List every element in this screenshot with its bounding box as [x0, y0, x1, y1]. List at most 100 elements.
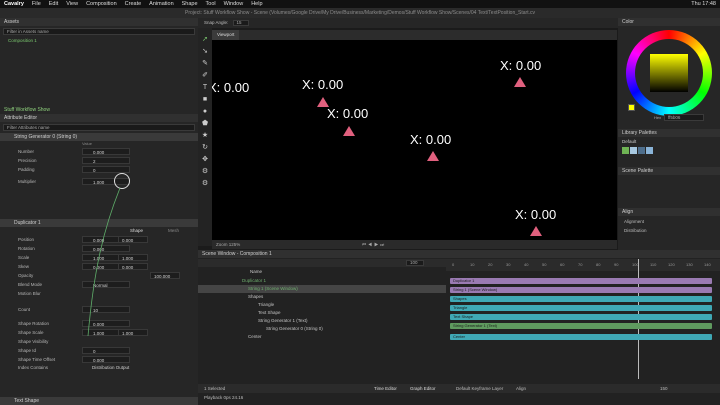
node-text-shape[interactable]: Text Shape — [0, 397, 198, 405]
palette-swatch[interactable] — [622, 147, 629, 154]
viewport-tabbar: Viewport — [212, 30, 617, 40]
attr-label: Blend Mode — [18, 282, 43, 287]
assets-list-area — [0, 44, 198, 106]
time-editor-button[interactable]: Time Editor — [374, 384, 397, 393]
palette-swatch[interactable] — [646, 147, 653, 154]
ruler-tick: 130 — [686, 262, 693, 267]
asset-item[interactable]: Composition 1 — [0, 37, 198, 44]
attribute-header-node[interactable]: Stuff Workflow Show — [0, 106, 198, 114]
viewport-tab[interactable]: Viewport — [212, 30, 240, 40]
align-panel-title: Align — [618, 208, 720, 216]
star-tool-icon[interactable]: ★ — [201, 132, 209, 140]
viewport-text-label[interactable]: X: 0.00 — [410, 132, 451, 147]
scene-row[interactable]: Shapes — [198, 293, 446, 301]
attr-field[interactable]: 0 — [82, 347, 130, 354]
viewport-text-label[interactable]: X: 0.00 — [327, 106, 368, 121]
menu-create[interactable]: Create — [125, 1, 142, 7]
viewport-text-label[interactable]: X: 0.00 — [500, 58, 541, 73]
node-string-generator[interactable]: String Generator 0 (String 0) — [0, 133, 198, 141]
menu-edit[interactable]: Edit — [49, 1, 58, 7]
rotate-tool-icon[interactable]: ↻ — [201, 144, 209, 152]
menu-file[interactable]: File — [32, 1, 41, 7]
attr-field[interactable]: 2 — [82, 157, 130, 164]
viewport-text-label[interactable]: X: 0.00 — [515, 207, 556, 222]
palette-swatch[interactable] — [630, 147, 637, 154]
scene-row[interactable]: String Generator 1 (Text) — [198, 317, 446, 325]
value-tab[interactable]: Value — [82, 141, 92, 146]
attr-field[interactable]: 0 — [82, 166, 130, 173]
direct-select-icon[interactable]: ➘ — [201, 48, 209, 56]
scene-row-selected[interactable]: String 1 (Scene Window) — [198, 285, 446, 293]
menu-view[interactable]: View — [66, 1, 78, 7]
viewport-canvas[interactable]: X: 0.00 X: 0.00 X: 0.00 X: 0.00 X: 0.00 … — [212, 40, 617, 240]
scene-row[interactable]: Triangle — [198, 301, 446, 309]
tab-mesh[interactable]: Mesh — [168, 228, 179, 233]
current-color-swatch[interactable] — [628, 104, 635, 111]
top-toolbar: Snap Angle: 15 — [198, 18, 618, 28]
menu-window[interactable]: Window — [224, 1, 244, 7]
scene-toolbar: 100 — [198, 259, 446, 267]
viewport-text-label[interactable]: X: 0.00 — [212, 80, 249, 95]
timeline-ruler[interactable]: 0 10 20 30 40 50 60 70 80 90 100 110 120… — [446, 259, 720, 271]
attr-label: Skew — [18, 264, 30, 269]
menu-tool[interactable]: Tool — [206, 1, 216, 7]
track-label: Duplicator 1 — [453, 278, 475, 283]
pen-tool-icon[interactable]: ✎ — [201, 60, 209, 68]
scene-row[interactable]: Center — [198, 333, 446, 341]
clock: Thu 17:48 — [691, 1, 716, 7]
rectangle-tool-icon[interactable]: ■ — [201, 96, 209, 104]
attribute-search-input[interactable]: Filter Attributes name — [3, 124, 195, 131]
frame-end[interactable]: 150 — [660, 384, 668, 393]
assets-search-input[interactable]: Filter in Assets name — [3, 28, 195, 35]
transform-tool-icon[interactable]: ✥ — [201, 156, 209, 164]
playback-controls[interactable]: ⏮◀▶⏭ — [362, 240, 386, 249]
default-palette-label[interactable]: Default — [622, 139, 636, 144]
app-name[interactable]: Cavalry — [4, 1, 24, 7]
select-tool-icon[interactable]: ➚ — [201, 36, 209, 44]
connection-line — [87, 188, 121, 337]
snap-angle-field[interactable]: 15 — [232, 20, 249, 26]
keyframe-layer-label[interactable]: Default Keyframe Layer — [456, 384, 503, 393]
menu-help[interactable]: Help — [251, 1, 262, 7]
viewport-text-label[interactable]: X: 0.00 — [302, 77, 343, 92]
timeline-track: String 1 (Scene Window) — [450, 287, 712, 293]
ellipse-tool-icon[interactable]: ● — [201, 108, 209, 116]
selection-status: 1 Selected — [204, 386, 226, 391]
scene-row[interactable]: Duplicator 1 — [198, 277, 446, 285]
ruler-tick: 20 — [488, 262, 493, 267]
color-square[interactable] — [650, 54, 688, 92]
timeline-track: Duplicator 1 — [450, 278, 712, 284]
opacity-field[interactable]: 100.000 — [150, 272, 180, 279]
scene-window: Scene Window - Composition 1 100 Name Du… — [198, 250, 720, 405]
attr-field[interactable]: 0.000 — [82, 356, 130, 363]
menu-shape[interactable]: Shape — [182, 1, 198, 7]
menu-composition[interactable]: Composition — [86, 1, 117, 7]
ruler-tick: 70 — [578, 262, 583, 267]
triangle-shape[interactable] — [427, 151, 439, 161]
attr-label: Position — [18, 237, 35, 242]
palette-swatch[interactable] — [638, 147, 645, 154]
ruler-tick: 0 — [452, 262, 455, 267]
zoom-value[interactable]: 125% — [229, 242, 241, 247]
align-button[interactable]: Align — [516, 384, 526, 393]
settings-icon[interactable]: ⚙ — [201, 180, 209, 188]
attr-field[interactable]: Distribution Output — [82, 364, 130, 371]
text-tool-icon[interactable]: T — [201, 84, 209, 92]
pencil-tool-icon[interactable]: ✐ — [201, 72, 209, 80]
hex-input[interactable]: ff5b06 — [664, 114, 704, 121]
polygon-tool-icon[interactable]: ⬟ — [201, 120, 209, 128]
attr-label: Shape Id — [18, 348, 37, 353]
scene-row[interactable]: Text Shape — [198, 309, 446, 317]
frame-field[interactable]: 100 — [406, 260, 424, 266]
attr-field[interactable]: 0.000 — [82, 148, 130, 155]
color-wheel[interactable] — [626, 30, 712, 116]
graph-editor-button[interactable]: Graph Editor — [410, 384, 436, 393]
assets-header: Assets — [0, 18, 198, 26]
scene-row[interactable]: String Generator 0 (String 0) — [198, 325, 446, 333]
menu-animation[interactable]: Animation — [149, 1, 173, 7]
attr-label: Opacity — [18, 273, 34, 278]
triangle-shape[interactable] — [530, 226, 542, 236]
gear-icon[interactable]: ⚙ — [201, 168, 209, 176]
triangle-shape[interactable] — [514, 77, 526, 87]
triangle-shape[interactable] — [343, 126, 355, 136]
